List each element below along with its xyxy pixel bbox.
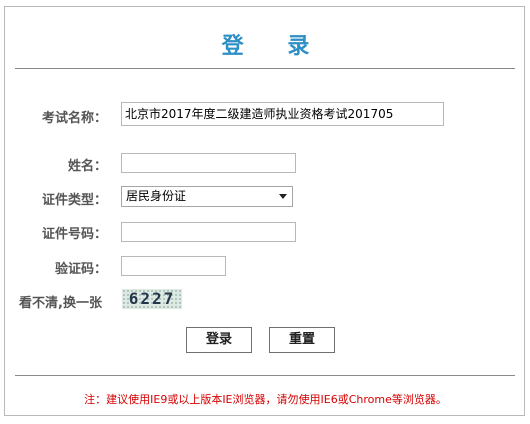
login-button[interactable]: 登录	[186, 327, 252, 353]
page-title: 登 录	[221, 34, 328, 59]
id-type-label: 证件类型：	[41, 193, 107, 208]
id-type-selected-value: 居民身份证	[126, 189, 187, 203]
id-number-input[interactable]	[121, 222, 296, 242]
chevron-down-icon[interactable]	[279, 194, 287, 199]
exam-name-label: 考试名称：	[41, 111, 107, 126]
bottom-divider	[15, 375, 515, 376]
exam-name-field[interactable]: 北京市2017年度二级建造师执业资格考试201705	[121, 102, 444, 126]
captcha-image[interactable]: 6227	[122, 289, 182, 309]
id-number-label: 证件号码：	[41, 227, 107, 242]
login-panel: 登 录 考试名称： 北京市2017年度二级建造师执业资格考试201705 姓名：…	[4, 6, 525, 416]
name-input[interactable]	[121, 153, 296, 173]
top-divider	[15, 68, 515, 69]
captcha-input[interactable]	[121, 256, 226, 276]
captcha-label: 验证码：	[54, 262, 107, 277]
name-label: 姓名：	[67, 159, 107, 174]
id-type-select[interactable]: 居民身份证	[121, 186, 293, 207]
refresh-captcha-link[interactable]: 看不清,换一张	[19, 292, 111, 311]
captcha-code: 6227	[128, 289, 176, 308]
reset-button[interactable]: 重置	[269, 327, 335, 353]
browser-note: 注：建议使用IE9或以上版本IE浏览器，请勿使用IE6或Chrome等浏览器。	[84, 393, 447, 406]
